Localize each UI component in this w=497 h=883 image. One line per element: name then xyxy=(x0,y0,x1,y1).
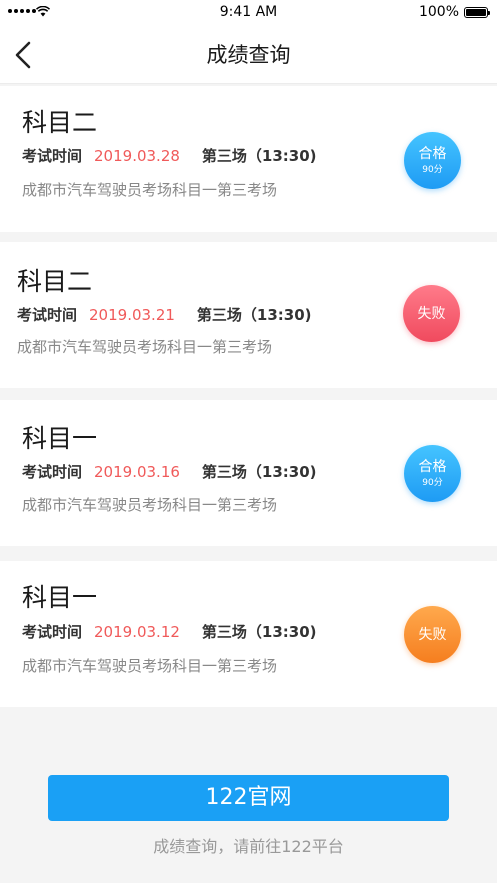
exam-info-row: 考试时间 2019.03.28 第三场（13:30) xyxy=(22,145,317,166)
official-site-button[interactable]: 122官网 xyxy=(48,775,449,821)
exam-location: 成都市汽车驾驶员考场科目一第三考场 xyxy=(22,657,278,675)
exam-time-label: 考试时间 xyxy=(22,623,83,641)
result-text: 失败 xyxy=(417,305,446,322)
result-badge-fail: 失败 xyxy=(403,285,460,342)
exam-location: 成都市汽车驾驶员考场科目一第三考场 xyxy=(17,338,273,356)
exam-date: 2019.03.21 xyxy=(89,306,175,324)
exam-session: 第三场（13:30) xyxy=(201,147,317,165)
navigation-bar: 成绩查询 xyxy=(0,24,497,84)
result-badge-pass: 合格 90分 xyxy=(404,132,461,189)
exam-time-label: 考试时间 xyxy=(22,147,83,165)
exam-date: 2019.03.12 xyxy=(94,623,180,641)
result-score: 90分 xyxy=(422,164,443,175)
result-badge-fail: 失败 xyxy=(404,606,461,663)
result-text: 失败 xyxy=(418,626,447,643)
exam-info-row: 考试时间 2019.03.16 第三场（13:30) xyxy=(22,461,317,482)
exam-date: 2019.03.16 xyxy=(94,463,180,481)
subject-title: 科目一 xyxy=(22,583,98,612)
exam-info-row: 考试时间 2019.03.12 第三场（13:30) xyxy=(22,621,317,642)
exam-info-row: 考试时间 2019.03.21 第三场（13:30) xyxy=(17,304,312,325)
score-card: 科目二 考试时间 2019.03.21 第三场（13:30) 成都市汽车驾驶员考场科… xyxy=(0,242,497,388)
exam-time-label: 考试时间 xyxy=(17,306,78,324)
result-text: 合格 xyxy=(418,145,447,162)
result-badge-pass: 合格 90分 xyxy=(404,445,461,502)
result-text: 合格 xyxy=(418,458,447,475)
exam-location: 成都市汽车驾驶员考场科目一第三考场 xyxy=(22,496,278,514)
exam-session: 第三场（13:30) xyxy=(201,623,317,641)
page-title: 成绩查询 xyxy=(206,43,291,67)
subject-title: 科目一 xyxy=(22,424,98,453)
exam-session: 第三场（13:30) xyxy=(201,463,317,481)
exam-location: 成都市汽车驾驶员考场科目一第三考场 xyxy=(22,181,278,199)
exam-time-label: 考试时间 xyxy=(22,463,83,481)
subject-title: 科目二 xyxy=(17,267,93,296)
battery-percentage: 100% xyxy=(418,4,459,20)
score-card: 科目二 考试时间 2019.03.28 第三场（13:30) 成都市汽车驾驶员考场科… xyxy=(0,86,497,232)
battery-icon xyxy=(464,7,490,18)
exam-session: 第三场（13:30) xyxy=(196,306,312,324)
footer-hint: 成绩查询，请前往122平台 xyxy=(153,837,344,856)
status-bar: 9:41 AM 100% xyxy=(0,0,497,24)
exam-date: 2019.03.28 xyxy=(94,147,180,165)
subject-title: 科目二 xyxy=(22,108,98,137)
score-card: 科目一 考试时间 2019.03.12 第三场（13:30) 成都市汽车驾驶员考场科… xyxy=(0,561,497,707)
score-card: 科目一 考试时间 2019.03.16 第三场（13:30) 成都市汽车驾驶员考场科… xyxy=(0,400,497,546)
result-score: 90分 xyxy=(422,477,443,488)
